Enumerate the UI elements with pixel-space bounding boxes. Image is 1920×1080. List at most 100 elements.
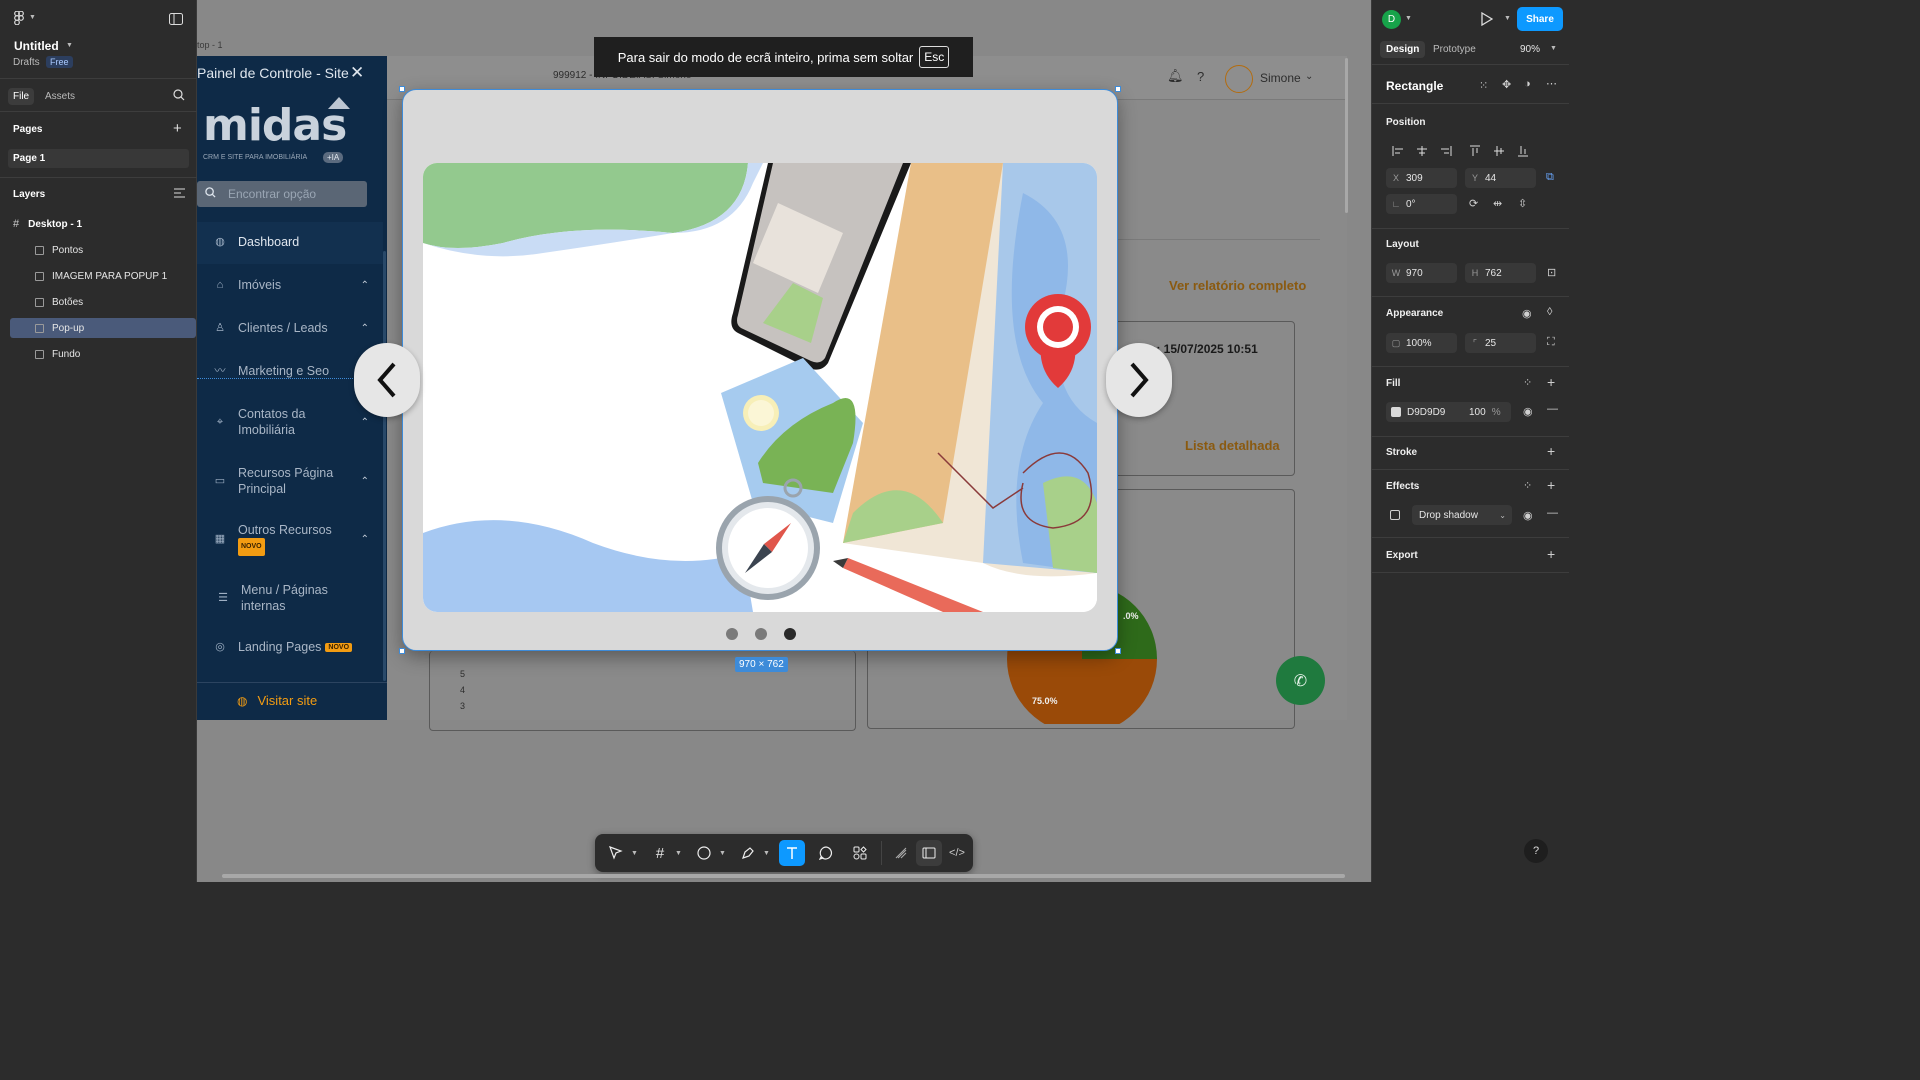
menu-item-imoveis[interactable]: ⌂ Imóveis ⌃ <box>197 277 387 293</box>
dev-mode-icon[interactable]: </> <box>944 840 970 866</box>
styles-grid-icon[interactable]: ⁘ <box>1523 376 1532 389</box>
avatar[interactable]: D <box>1382 10 1401 29</box>
layer-item[interactable]: Pontos <box>10 240 196 260</box>
eye-icon[interactable]: ◉ <box>1522 307 1532 320</box>
text-tool-icon[interactable] <box>779 840 805 866</box>
close-icon[interactable]: ✕ <box>350 63 364 83</box>
bell-icon[interactable]: 🔔︎ <box>1167 68 1184 84</box>
add-effect-icon[interactable]: + <box>1547 477 1555 493</box>
vertical-scrollbar[interactable] <box>1345 58 1348 213</box>
menu-item-menu-paginas[interactable]: ☰ Menu / Páginas internas <box>197 581 387 615</box>
sidebar-scrollbar[interactable] <box>383 251 386 681</box>
eye-icon[interactable]: ◉ <box>1523 509 1533 522</box>
chevron-down-icon[interactable]: ▼ <box>631 850 641 857</box>
tab-file[interactable]: File <box>8 88 35 105</box>
y-field[interactable]: Y 44 <box>1465 168 1536 188</box>
fill-swatch[interactable] <box>1391 407 1401 417</box>
resize-handle[interactable] <box>399 648 405 654</box>
effect-checkbox-icon[interactable] <box>1390 510 1400 520</box>
more-icon[interactable]: ⋯ <box>1546 77 1557 90</box>
horizontal-scrollbar[interactable] <box>222 874 1345 878</box>
rotation-field[interactable]: ∟ 0° <box>1386 194 1457 214</box>
x-field[interactable]: X 309 <box>1386 168 1457 188</box>
share-button[interactable]: Share <box>1517 7 1563 31</box>
eye-icon[interactable]: ◉ <box>1523 405 1533 418</box>
menu-item-outros[interactable]: ▦ Outros Recursos NOVO ⌃ <box>197 523 387 556</box>
frame-layer[interactable]: # Desktop - 1 <box>13 217 82 231</box>
help-button[interactable]: ? <box>1524 839 1548 863</box>
layer-item[interactable]: Botões <box>10 292 196 312</box>
chevron-down-icon[interactable]: ▼ <box>675 850 685 857</box>
avatar[interactable] <box>1225 65 1253 93</box>
chevron-down-icon[interactable]: ▼ <box>719 850 729 857</box>
popup-image[interactable] <box>423 163 1097 612</box>
play-icon[interactable] <box>1481 11 1494 29</box>
prev-arrow-button[interactable] <box>354 343 420 417</box>
component-icon[interactable]: ✥ <box>1502 78 1511 91</box>
chevron-down-icon[interactable]: ▼ <box>1504 15 1511 22</box>
figma-menu-icon[interactable] <box>14 11 24 25</box>
remove-effect-icon[interactable]: — <box>1547 507 1558 519</box>
next-arrow-button[interactable] <box>1106 343 1172 417</box>
rotate-icon[interactable]: ⟳ <box>1469 197 1478 210</box>
whatsapp-button[interactable]: ✆ <box>1276 656 1325 705</box>
help-icon[interactable]: ? <box>1197 69 1204 84</box>
menu-item-clientes[interactable]: ♙ Clientes / Leads ⌃ <box>197 320 387 336</box>
fill-field[interactable]: D9D9D9 100 % <box>1386 402 1511 422</box>
detail-link[interactable]: Lista detalhada <box>1185 438 1280 453</box>
menu-item-landing[interactable]: ◎ Landing Pages NOVO <box>197 639 387 655</box>
design-mode-icon[interactable] <box>916 840 942 866</box>
actions-tool-icon[interactable] <box>847 840 873 866</box>
add-page-icon[interactable]: + <box>173 120 182 137</box>
flip-horizontal-icon[interactable]: ⇹ <box>1493 197 1502 210</box>
popup-rectangle[interactable] <box>399 86 1121 654</box>
search-icon[interactable] <box>173 89 185 101</box>
remove-fill-icon[interactable]: — <box>1547 403 1558 415</box>
resize-handle[interactable] <box>1115 648 1121 654</box>
report-link[interactable]: Ver relatório completo <box>1169 278 1306 293</box>
menu-item-contatos[interactable]: ⌖ Contatos da Imobiliária ⌃ <box>197 405 387 439</box>
resize-handle[interactable] <box>399 86 405 92</box>
file-menu-chevron-icon[interactable]: ▼ <box>66 42 73 49</box>
align-right-icon[interactable] <box>1436 141 1456 161</box>
canvas[interactable]: top - 1 Painel de Controle - Site ✕ mida… <box>197 0 1371 882</box>
visit-site-link[interactable]: ◍ Visitar site <box>237 693 317 708</box>
menu-item-recursos[interactable]: ▭ Recursos Página Principal ⌃ <box>197 464 387 498</box>
grid-icon[interactable]: ⁙ <box>1479 79 1488 92</box>
add-stroke-icon[interactable]: + <box>1547 443 1555 459</box>
layer-item-selected[interactable]: Pop-up <box>10 318 196 338</box>
frame-tool-icon[interactable]: # <box>647 840 673 866</box>
page-item[interactable]: Page 1 <box>8 149 189 168</box>
independent-corners-icon[interactable]: ⛶ <box>1547 336 1555 349</box>
chevron-down-icon[interactable]: ▼ <box>1405 15 1412 22</box>
layers-filter-icon[interactable] <box>174 188 185 201</box>
height-field[interactable]: H 762 <box>1465 263 1536 283</box>
zoom-level[interactable]: 90% <box>1520 44 1540 55</box>
align-center-h-icon[interactable] <box>1412 141 1432 161</box>
chevron-down-icon[interactable]: ▼ <box>29 14 36 21</box>
comment-tool-icon[interactable] <box>813 840 839 866</box>
align-middle-icon[interactable] <box>1489 141 1509 161</box>
effect-select[interactable]: Drop shadow ⌄ <box>1412 505 1512 525</box>
dashboard-search-field[interactable]: Encontrar opção <box>197 181 367 207</box>
draw-tool-icon[interactable] <box>888 840 914 866</box>
align-bottom-icon[interactable] <box>1513 141 1533 161</box>
constraints-icon[interactable]: ⧉ <box>1546 171 1554 184</box>
menu-item-dashboard[interactable]: ◍ Dashboard <box>197 234 387 250</box>
carousel-dot[interactable] <box>726 628 738 640</box>
resize-handle[interactable] <box>1115 86 1121 92</box>
frame-label[interactable]: top - 1 <box>197 40 223 50</box>
chevron-down-icon[interactable]: ▼ <box>763 850 773 857</box>
carousel-dot[interactable] <box>755 628 767 640</box>
file-name[interactable]: Untitled <box>14 39 59 53</box>
mask-icon[interactable]: ◑ <box>1524 78 1531 90</box>
align-left-icon[interactable] <box>1388 141 1408 161</box>
pen-tool-icon[interactable] <box>735 840 761 866</box>
layer-item[interactable]: Fundo <box>10 344 196 364</box>
add-fill-icon[interactable]: + <box>1547 374 1555 390</box>
layer-item[interactable]: IMAGEM PARA POPUP 1 <box>10 266 196 286</box>
user-name[interactable]: Simone <box>1260 71 1301 85</box>
add-export-icon[interactable]: + <box>1547 546 1555 562</box>
tab-assets[interactable]: Assets <box>45 91 75 102</box>
carousel-dot-active[interactable] <box>784 628 796 640</box>
